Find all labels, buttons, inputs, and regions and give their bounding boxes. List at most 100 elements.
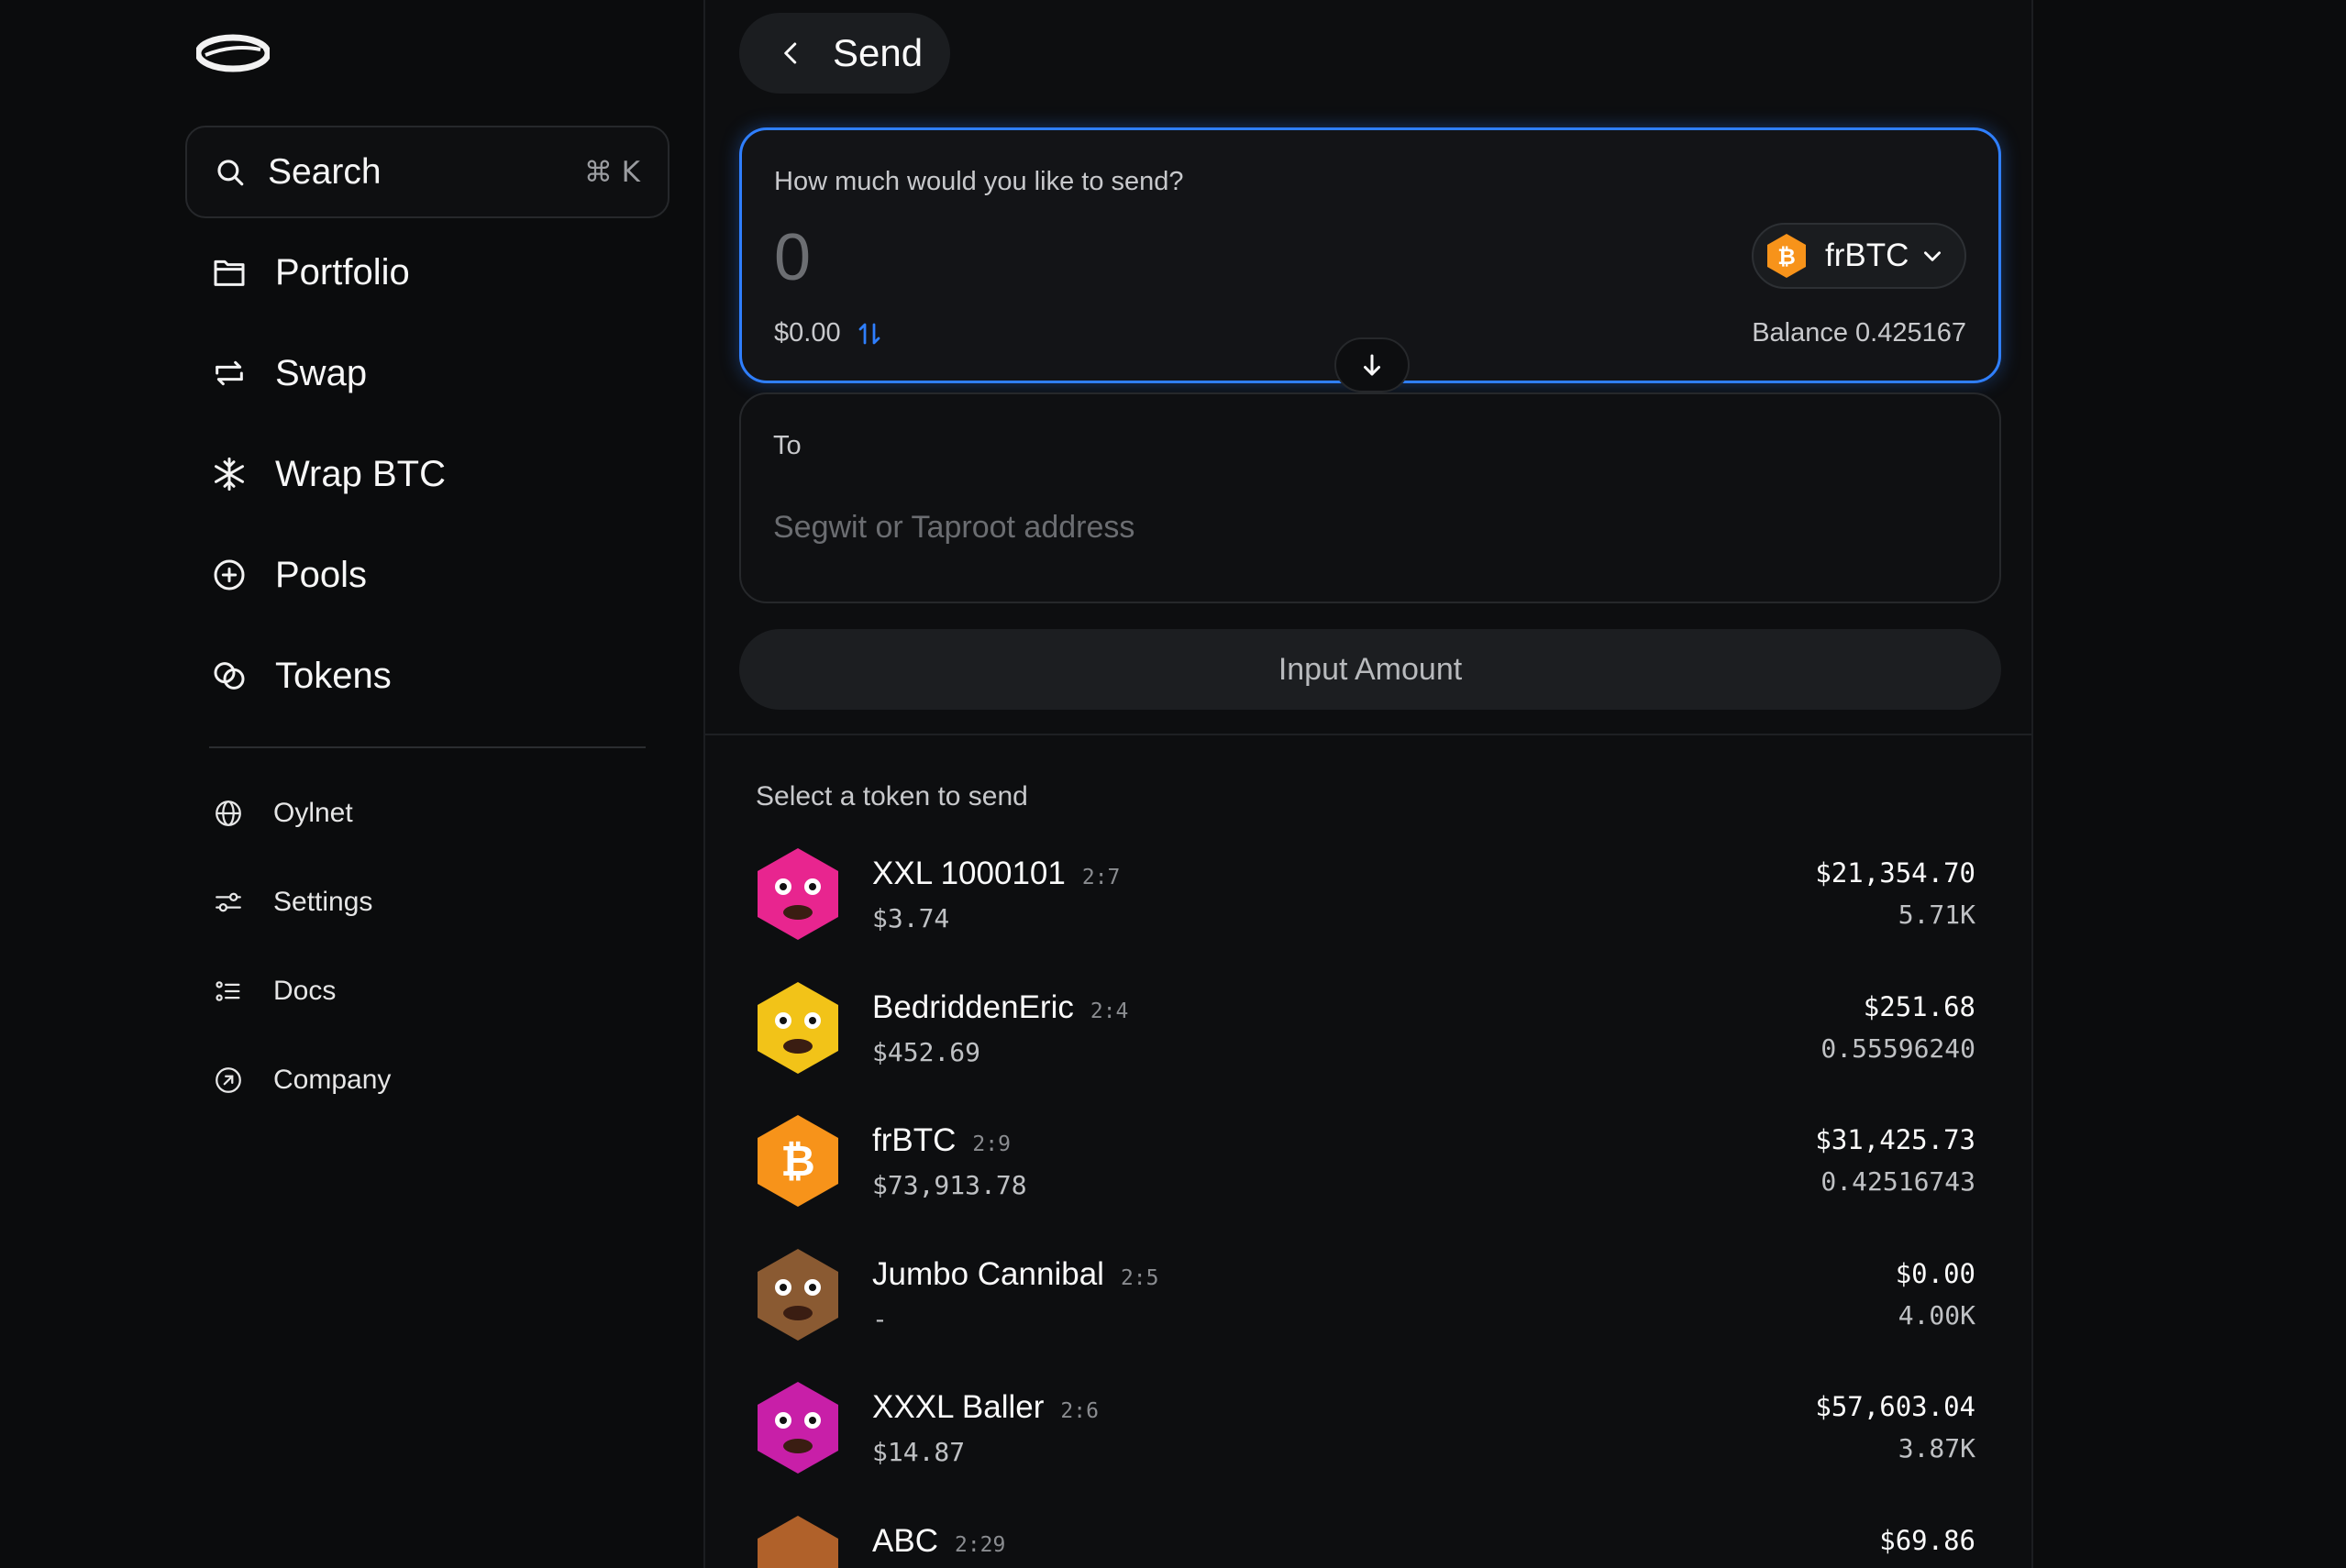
token-price: $73,913.78 bbox=[872, 1170, 1027, 1200]
direction-arrow-button[interactable] bbox=[1334, 337, 1410, 392]
sidebar: Search ⌘ K Portfolio Swap Wrap BTC Pools bbox=[0, 0, 703, 1568]
token-value: $69.86 bbox=[1879, 1524, 1975, 1556]
token-amount: 4.00K bbox=[1898, 1299, 1975, 1331]
token-row[interactable]: XXL 1000101 2:7 $3.74 $21,354.70 5.71K bbox=[756, 830, 1985, 964]
token-id: 2:29 bbox=[954, 1532, 1006, 1557]
token-name-text: XXXL Baller bbox=[872, 1389, 1045, 1425]
nav-label-tokens: Tokens bbox=[275, 655, 392, 696]
plus-circle-icon bbox=[214, 559, 245, 591]
token-row[interactable]: ABC 2:29 $69.86 bbox=[756, 1497, 1985, 1568]
nav-label-company: Company bbox=[273, 1064, 392, 1095]
chevron-left-icon bbox=[784, 42, 797, 64]
balance-text: Balance 0.425167 bbox=[1752, 318, 1966, 348]
sliders-icon bbox=[216, 892, 241, 911]
bitcoin-icon: ₿ bbox=[1767, 234, 1806, 278]
token-amount: 0.55596240 bbox=[1820, 1032, 1975, 1064]
nav-label-swap: Swap bbox=[275, 352, 368, 393]
sidebar-divider bbox=[209, 746, 646, 748]
token-price: $14.87 bbox=[872, 1437, 966, 1467]
send-panel: Send How much would you like to send? ₿ … bbox=[703, 0, 2033, 1568]
token-row[interactable]: BedriddenEric 2:4 $452.69 $251.68 0.55596240 bbox=[756, 964, 1985, 1098]
nav-item-docs[interactable]: Docs bbox=[213, 946, 671, 1035]
nav-item-settings[interactable]: Settings bbox=[213, 857, 671, 946]
token-name: BedriddenEric 2:4 bbox=[872, 989, 1128, 1026]
token-list-title: Select a token to send bbox=[756, 781, 1028, 812]
input-amount-button[interactable]: Input Amount bbox=[739, 629, 2001, 710]
token-name: ABC 2:29 bbox=[872, 1523, 1005, 1560]
token-row[interactable]: XXXL Baller 2:6 $14.87 $57,603.04 3.87K bbox=[756, 1364, 1985, 1497]
recipient-card: To bbox=[739, 392, 2001, 603]
app-root: Search ⌘ K Portfolio Swap Wrap BTC Pools bbox=[0, 0, 2346, 1568]
amount-usd-value: $0.00 bbox=[774, 318, 841, 348]
portfolio-icon bbox=[214, 259, 245, 286]
token-avatar bbox=[758, 1248, 838, 1341]
svg-text:₿: ₿ bbox=[1777, 244, 1796, 270]
right-background bbox=[2035, 0, 2346, 1568]
token-name-text: BedriddenEric bbox=[872, 988, 1074, 1025]
nav-label-oylnet: Oylnet bbox=[273, 797, 353, 828]
token-value: $251.68 bbox=[1863, 990, 1975, 1022]
token-avatar bbox=[758, 981, 838, 1074]
secondary-nav: Oylnet Settings Docs Company bbox=[213, 768, 671, 1124]
token-name-text: XXL 1000101 bbox=[872, 856, 1066, 891]
main-nav: Portfolio Swap Wrap BTC Pools Tokens bbox=[211, 222, 669, 726]
search-label: Search bbox=[268, 151, 382, 192]
nav-label-docs: Docs bbox=[273, 975, 337, 1006]
nav-item-swap[interactable]: Swap bbox=[211, 323, 669, 424]
token-avatar: ₿ bbox=[758, 1115, 838, 1207]
token-name-text: Jumbo Cannibal bbox=[872, 1255, 1104, 1292]
nav-item-company[interactable]: Company bbox=[213, 1035, 671, 1124]
token-price: $3.74 bbox=[872, 903, 950, 933]
nav-label-pools: Pools bbox=[275, 554, 368, 595]
token-id: 2:7 bbox=[1081, 866, 1121, 889]
token-name-text: frBTC bbox=[872, 1122, 957, 1158]
svg-text:₿: ₿ bbox=[780, 1136, 815, 1186]
nav-item-tokens[interactable]: Tokens bbox=[211, 625, 669, 726]
token-price: $452.69 bbox=[872, 1036, 981, 1067]
token-row[interactable]: Jumbo Cannibal 2:5 - $0.00 4.00K bbox=[756, 1231, 1985, 1364]
toggle-currency-icon[interactable] bbox=[856, 320, 883, 348]
token-id: 2:4 bbox=[1090, 999, 1129, 1023]
list-icon bbox=[216, 980, 240, 1001]
nav-item-portfolio[interactable]: Portfolio bbox=[211, 222, 669, 323]
nav-item-oylnet[interactable]: Oylnet bbox=[213, 768, 671, 857]
nav-item-pools[interactable]: Pools bbox=[211, 525, 669, 625]
token-amount: 3.87K bbox=[1898, 1433, 1975, 1463]
app-logo[interactable] bbox=[196, 33, 270, 73]
search-shortcut: ⌘ K bbox=[583, 155, 640, 189]
token-row[interactable]: ₿ frBTC 2:9 $73,913.78 $31,425.73 0.42516743 bbox=[756, 1097, 1985, 1231]
amount-question: How much would you like to send? bbox=[774, 167, 1184, 196]
chevron-down-icon bbox=[1924, 251, 1941, 261]
nav-label-portfolio: Portfolio bbox=[275, 251, 410, 293]
token-name-text: ABC bbox=[872, 1522, 938, 1559]
token-amount: 0.42516743 bbox=[1820, 1166, 1975, 1197]
token-name: XXXL Baller 2:6 bbox=[872, 1389, 1099, 1426]
panel-divider bbox=[705, 734, 2031, 735]
token-name: Jumbo Cannibal 2:5 bbox=[872, 1256, 1158, 1293]
amount-input[interactable] bbox=[774, 216, 1599, 299]
token-avatar bbox=[758, 1382, 838, 1474]
token-amount: 5.71K bbox=[1898, 900, 1975, 930]
token-list: XXL 1000101 2:7 $3.74 $21,354.70 5.71K Bedrid… bbox=[756, 830, 1985, 1568]
address-input[interactable] bbox=[773, 500, 1965, 555]
token-id: 2:5 bbox=[1120, 1265, 1159, 1290]
token-avatar bbox=[758, 1515, 838, 1568]
token-selector[interactable]: ₿ frBTC bbox=[1752, 223, 1966, 289]
globe-icon bbox=[216, 800, 241, 826]
token-name: XXL 1000101 2:7 bbox=[872, 856, 1120, 892]
nav-label-wrap-btc: Wrap BTC bbox=[275, 453, 446, 494]
back-button[interactable]: Send bbox=[739, 13, 950, 94]
nav-item-wrap-btc[interactable]: Wrap BTC bbox=[211, 424, 669, 525]
nav-label-settings: Settings bbox=[273, 886, 373, 917]
arrow-circle-icon bbox=[216, 1066, 241, 1093]
token-value: $31,425.73 bbox=[1815, 1124, 1975, 1155]
token-id: 2:9 bbox=[972, 1132, 1011, 1156]
token-value: $57,603.04 bbox=[1815, 1391, 1975, 1422]
token-id: 2:6 bbox=[1060, 1399, 1099, 1423]
amount-usd: $0.00 bbox=[774, 318, 883, 348]
arrow-down-icon bbox=[1364, 354, 1380, 376]
token-value: $0.00 bbox=[1895, 1257, 1975, 1289]
search-bar[interactable]: Search ⌘ K bbox=[185, 126, 669, 218]
token-selector-label: frBTC bbox=[1825, 237, 1909, 273]
to-label: To bbox=[773, 431, 802, 460]
